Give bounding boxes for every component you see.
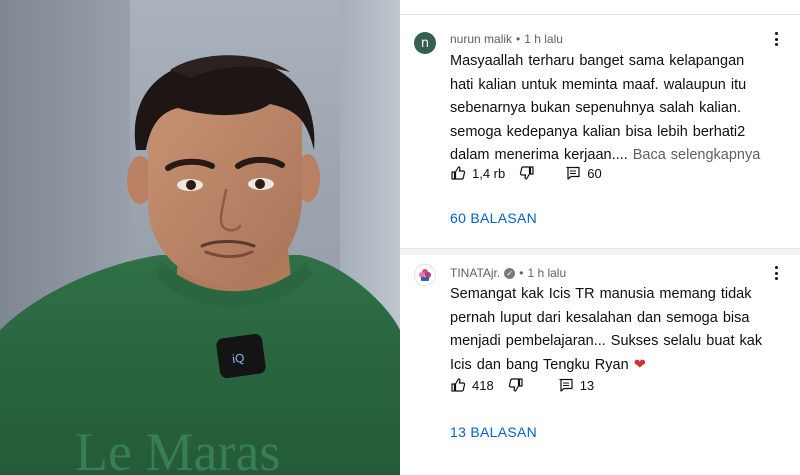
reply-icon[interactable] [565,165,581,181]
like-count: 418 [472,377,494,393]
author-name[interactable]: nurun malik [450,32,512,46]
verified-check-icon: ✓ [504,267,516,279]
comment-meta: nurun malik • 1 h lalu [450,32,563,46]
mic-text: iQ [231,351,245,367]
comment-text: Masyaallah terharu banget sama kelapanga… [450,53,761,163]
like-count: 1,4 rb [472,165,506,181]
reply-count: 13 [579,377,595,393]
comments-panel: n nurun malik • 1 h lalu Masyaallah terh… [400,0,800,475]
comment-actions: 418 13 [450,377,594,393]
video-frame-photo: iQ Le Maras [0,0,400,475]
view-replies-button[interactable]: 13 BALASAN [450,424,537,440]
view-replies-button[interactable]: 60 BALASAN [450,210,537,226]
reply-icon[interactable] [558,377,574,393]
avatar[interactable] [414,264,436,286]
comment-actions: 1,4 rb 60 [450,165,602,181]
reply-count: 60 [587,165,602,181]
comment-meta: TINATAjr. ✓ • 1 h lalu [450,266,567,280]
top-divider [400,14,800,15]
person-illustration: iQ Le Maras [0,55,400,475]
read-more-link[interactable]: Baca selengkapnya [633,147,761,163]
flower-avatar-icon [419,269,431,281]
comment-time[interactable]: 1 h lalu [524,32,563,46]
avatar[interactable]: n [414,32,436,54]
dislike-icon[interactable] [508,377,524,393]
more-options-icon[interactable] [770,30,782,48]
author-name[interactable]: TINATAjr. [450,266,500,280]
shirt-text: Le Maras [75,422,280,475]
comment-time[interactable]: 1 h lalu [527,266,566,280]
heart-emoji: ❤ [633,356,646,373]
like-icon[interactable] [450,165,466,181]
like-icon[interactable] [450,377,466,393]
more-options-icon[interactable] [770,264,782,282]
comment-text: Semangat kak Icis TR manusia memang tida… [450,286,763,373]
thread-divider [400,248,800,255]
dislike-icon[interactable] [519,165,535,181]
